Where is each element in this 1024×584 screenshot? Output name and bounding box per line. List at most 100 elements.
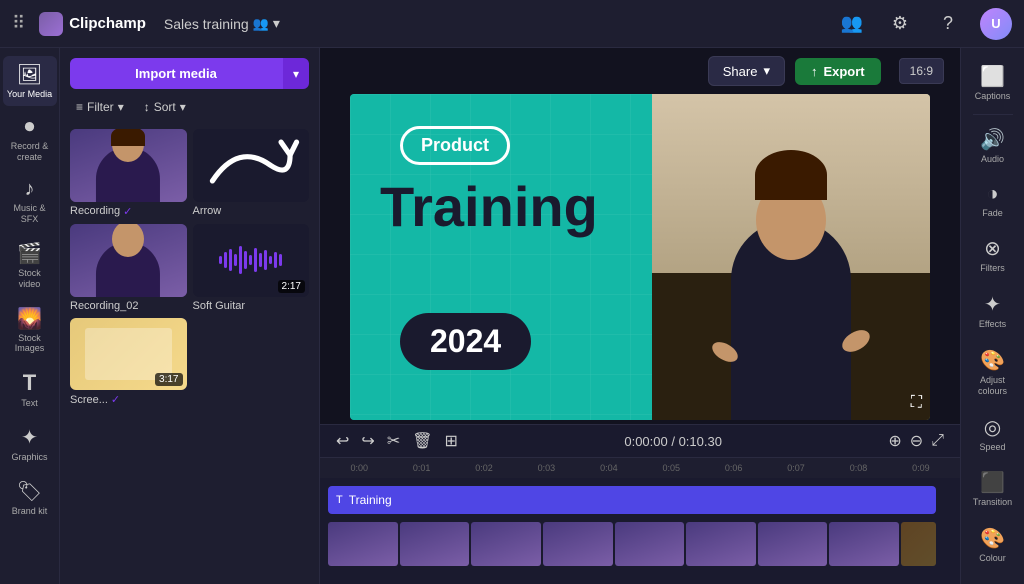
project-name-text: Sales training	[164, 16, 249, 32]
colour-icon: 🎨	[980, 526, 1005, 551]
colour-label: Colour	[979, 553, 1006, 564]
cut-button[interactable]: ✂	[387, 431, 400, 451]
sidebar-item-your-media[interactable]: 🖼 Your Media	[3, 56, 57, 106]
right-item-transition[interactable]: ⬛ Transition	[963, 462, 1023, 516]
graphics-label: Graphics	[11, 452, 47, 463]
right-item-captions[interactable]: ⬜ Captions	[963, 56, 1023, 110]
preview-canvas: Product Training 2024	[350, 94, 930, 420]
delete-button[interactable]: 🗑	[412, 431, 432, 451]
sort-chevron: ▾	[180, 100, 186, 114]
avatar[interactable]: U	[980, 8, 1012, 40]
media-item-label: Arrow	[193, 205, 310, 217]
ruler-mark: 0:01	[390, 463, 452, 473]
transition-label: Transition	[973, 497, 1012, 508]
video-track[interactable]	[328, 520, 952, 568]
stock-video-icon: 🎬	[17, 241, 42, 266]
video-clip[interactable]	[400, 522, 470, 566]
logo-icon	[39, 12, 63, 36]
captions-icon: ⬜	[980, 64, 1005, 89]
import-media-dropdown-button[interactable]: ▾	[282, 58, 309, 89]
list-item[interactable]: Arrow	[193, 129, 310, 218]
help-icon[interactable]: ?	[932, 8, 964, 40]
list-item[interactable]: Recording ✓	[70, 129, 187, 218]
right-item-adjust-colours[interactable]: 🎨 Adjust colours	[963, 340, 1023, 405]
ruler-mark: 0:05	[640, 463, 702, 473]
speed-label: Speed	[979, 442, 1005, 453]
waveform	[211, 238, 290, 282]
sidebar-item-stock-video[interactable]: 🎬 Stock video	[3, 235, 57, 296]
ruler-mark: 0:04	[578, 463, 640, 473]
undo-button[interactable]: ↩	[336, 431, 349, 451]
app-logo: Clipchamp	[39, 12, 146, 36]
detach-audio-button[interactable]: ⊞	[445, 431, 458, 451]
timeline-area: ↩ ↪ ✂ 🗑 ⊞ 0:00:00 / 0:10.30 ⊕ ⊖ ⤢ 0:00 0…	[320, 424, 960, 584]
filter-icon: ≡	[76, 100, 83, 114]
timeline-time: 0:00:00 / 0:10.30	[470, 434, 876, 449]
filter-button[interactable]: ≡ Filter ▾	[70, 97, 130, 117]
title-track[interactable]: T Training	[328, 484, 952, 516]
list-item[interactable]: 3:17 Scree... ✓	[70, 318, 187, 407]
topbar: ⠿ Clipchamp Sales training 👥 ▾ 👥 ⚙ ? U	[0, 0, 1024, 48]
share-button[interactable]: Share ▾	[708, 56, 785, 86]
sidebar-item-graphics[interactable]: ✦ Graphics	[3, 419, 57, 469]
filters-icon: ⊗	[984, 236, 1001, 261]
screen-clip[interactable]	[901, 522, 936, 566]
video-clip[interactable]	[615, 522, 685, 566]
right-item-filters[interactable]: ⊗ Filters	[963, 228, 1023, 282]
right-panel: ⬜ Captions 🔊 Audio ◑ Fade ⊗ Filters ✦ Ef…	[960, 48, 1024, 584]
playback-controls: ⏮ ↺ ▶ ↻ ⏭	[551, 420, 730, 424]
divider	[973, 114, 1013, 115]
fullscreen-icon[interactable]: ⛶	[911, 394, 922, 412]
timeline-tracks: T Training	[320, 478, 960, 574]
grid-icon[interactable]: ⠿	[12, 13, 25, 34]
video-clip[interactable]	[829, 522, 899, 566]
video-clip[interactable]	[328, 522, 398, 566]
project-name-area[interactable]: Sales training 👥 ▾	[164, 15, 280, 32]
settings-icon[interactable]: ⚙	[884, 8, 916, 40]
list-item[interactable]: Recording_02	[70, 224, 187, 312]
media-thumb-audio: 2:17	[193, 224, 310, 297]
list-item[interactable]: 2:17 Soft Guitar	[193, 224, 310, 312]
media-panel-header: Import media ▾ ≡ Filter ▾ ↕ Sort ▾	[60, 48, 319, 125]
record-icon: ⏺	[25, 116, 35, 139]
audio-label: Audio	[981, 154, 1004, 165]
right-item-effects[interactable]: ✦ Effects	[963, 284, 1023, 338]
share-chevron-icon: ▾	[763, 63, 770, 79]
sidebar-item-record[interactable]: ⏺ Record & create	[3, 110, 57, 169]
media-panel: Import media ▾ ≡ Filter ▾ ↕ Sort ▾	[60, 48, 320, 584]
video-clip[interactable]	[543, 522, 613, 566]
video-clip[interactable]	[471, 522, 541, 566]
zoom-in-button[interactable]: ⊕	[888, 431, 901, 451]
media-item-name: Soft Guitar	[193, 300, 246, 312]
sidebar-item-text[interactable]: T Text	[3, 364, 57, 415]
track-title-label: Training	[349, 493, 392, 507]
audio-icon: 🔊	[980, 127, 1005, 152]
fade-icon: ◑	[986, 183, 998, 206]
right-item-audio[interactable]: 🔊 Audio	[963, 119, 1023, 173]
redo-button[interactable]: ↪	[361, 431, 374, 451]
music-icon: ♪	[25, 178, 35, 201]
sort-button[interactable]: ↕ Sort ▾	[138, 97, 192, 117]
zoom-out-button[interactable]: ⊖	[910, 431, 923, 451]
stock-images-label: Stock Images	[7, 333, 53, 355]
people-icon[interactable]: 👥	[836, 8, 868, 40]
speed-icon: ◎	[984, 415, 1001, 440]
sidebar-item-stock-images[interactable]: 🌄 Stock Images	[3, 300, 57, 361]
fit-button[interactable]: ⤢	[931, 431, 944, 451]
video-clip[interactable]	[686, 522, 756, 566]
your-media-icon: 🖼	[17, 62, 42, 87]
preview-top-bar: Share ▾ ↑ Export 16:9	[320, 48, 960, 94]
right-item-fade[interactable]: ◑ Fade	[963, 175, 1023, 227]
training-text: Training	[380, 174, 598, 239]
export-button[interactable]: ↑ Export	[795, 58, 881, 85]
stock-video-label: Stock video	[7, 268, 53, 290]
right-item-colour[interactable]: 🎨 Colour	[963, 518, 1023, 572]
video-clip[interactable]	[758, 522, 828, 566]
filter-sort-row: ≡ Filter ▾ ↕ Sort ▾	[70, 97, 309, 117]
import-media-button[interactable]: Import media	[70, 58, 282, 89]
transition-icon: ⬛	[980, 470, 1005, 495]
aspect-ratio-badge[interactable]: 16:9	[899, 58, 944, 84]
sidebar-item-music[interactable]: ♪ Music & SFX	[3, 172, 57, 231]
right-item-speed[interactable]: ◎ Speed	[963, 407, 1023, 461]
sidebar-item-brand-kit[interactable]: 🏷 Brand kit	[3, 473, 57, 523]
